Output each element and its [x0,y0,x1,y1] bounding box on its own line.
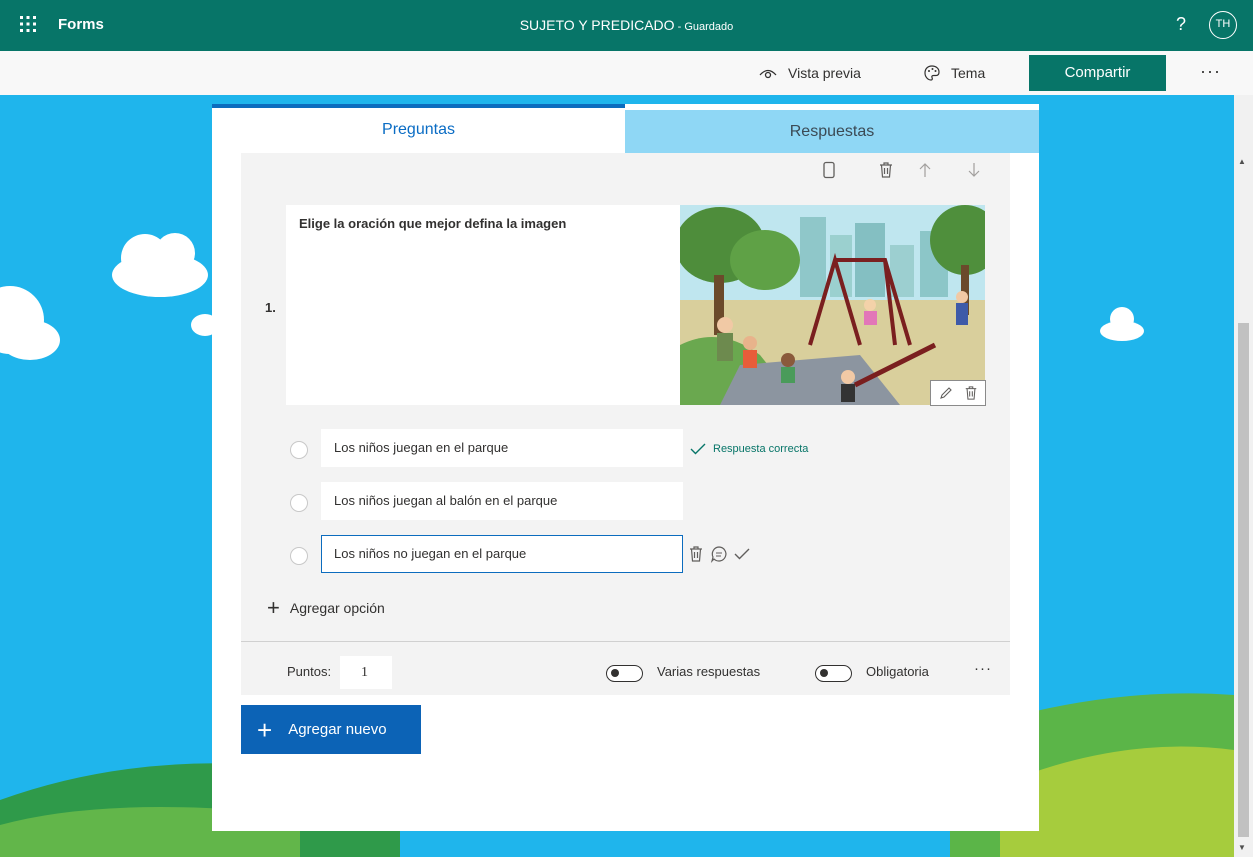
scrollbar[interactable]: ▲ ▼ [1234,95,1253,857]
correct-answer-label: Respuesta correcta [713,443,809,455]
plus-icon: + [267,595,280,620]
option-text-field[interactable]: Los niños no juegan en el parque [321,535,683,573]
arrow-up-icon[interactable] [918,162,932,178]
question-footer: Puntos: 1 Varias respuestas Obligatoria … [241,642,1010,695]
question-number: 1. [265,300,276,315]
tab-responses[interactable]: Respuestas [625,110,1039,153]
option-text-field[interactable]: Los niños juegan al balón en el parque [321,482,683,520]
more-options-button[interactable]: ··· [1200,61,1221,82]
palette-icon [924,65,940,81]
question-more-button[interactable]: ··· [974,660,992,677]
form-title[interactable]: SUJETO Y PREDICADO - Guardado [0,17,1253,33]
multiple-answers-label: Varias respuestas [657,664,761,679]
eye-icon [759,69,777,79]
preview-button[interactable]: Vista previa [758,51,861,95]
option-radio[interactable] [290,547,308,565]
add-new-button[interactable]: + Agregar nuevo [241,705,421,754]
add-option-button[interactable]: + Agregar opción [267,595,385,620]
points-label: Puntos: [287,664,332,679]
save-status: Guardado [684,21,734,33]
edit-image-icon[interactable] [939,386,953,400]
scroll-thumb[interactable] [1238,323,1249,837]
arrow-down-icon[interactable] [967,162,981,178]
scroll-down-arrow-icon[interactable]: ▼ [1238,843,1246,852]
option-tools [688,545,750,563]
required-toggle[interactable] [815,665,852,682]
theme-button[interactable]: Tema [923,51,985,95]
correct-answer-indicator[interactable]: Respuesta correcta [690,443,808,455]
copy-question-icon[interactable] [822,161,836,179]
option-radio[interactable] [290,441,308,459]
share-button[interactable]: Compartir [1029,55,1166,91]
form-editor-panel: Preguntas Respuestas 1. Elige la oración… [212,104,1039,831]
check-icon [690,443,706,455]
comment-icon[interactable] [710,545,728,563]
add-option-label: Agregar opción [289,600,385,616]
toggle-knob [820,669,828,677]
image-tools [930,380,986,406]
question-title-field[interactable]: Elige la oración que mejor defina la ima… [286,205,680,405]
tab-questions[interactable]: Preguntas [212,104,625,153]
option-radio[interactable] [290,494,308,512]
option-text-field[interactable]: Los niños juegan en el parque [321,429,683,467]
delete-question-icon[interactable] [878,161,894,179]
preview-label: Vista previa [788,65,861,81]
question-title: Elige la oración que mejor defina la ima… [299,216,567,231]
title-separator: - [674,21,685,33]
scroll-up-arrow-icon[interactable]: ▲ [1238,157,1246,166]
top-bar: Forms SUJETO Y PREDICADO - Guardado ? TH [0,0,1253,51]
add-new-label: Agregar nuevo [288,721,387,738]
form-title-text: SUJETO Y PREDICADO [519,17,675,33]
mark-correct-icon[interactable] [734,548,750,560]
command-bar: Vista previa Tema Compartir ··· [0,51,1253,95]
avatar[interactable]: TH [1209,11,1237,39]
required-label: Obligatoria [866,664,929,679]
points-input[interactable]: 1 [340,656,392,689]
park-scene-illustration [680,205,985,405]
theme-label: Tema [951,65,986,81]
question-image[interactable] [680,205,985,405]
plus-icon: + [257,714,273,745]
delete-option-icon[interactable] [688,545,704,563]
help-button[interactable]: ? [1176,14,1186,35]
multiple-answers-toggle[interactable] [606,665,643,682]
toggle-knob [611,669,619,677]
delete-image-icon[interactable] [964,385,978,401]
